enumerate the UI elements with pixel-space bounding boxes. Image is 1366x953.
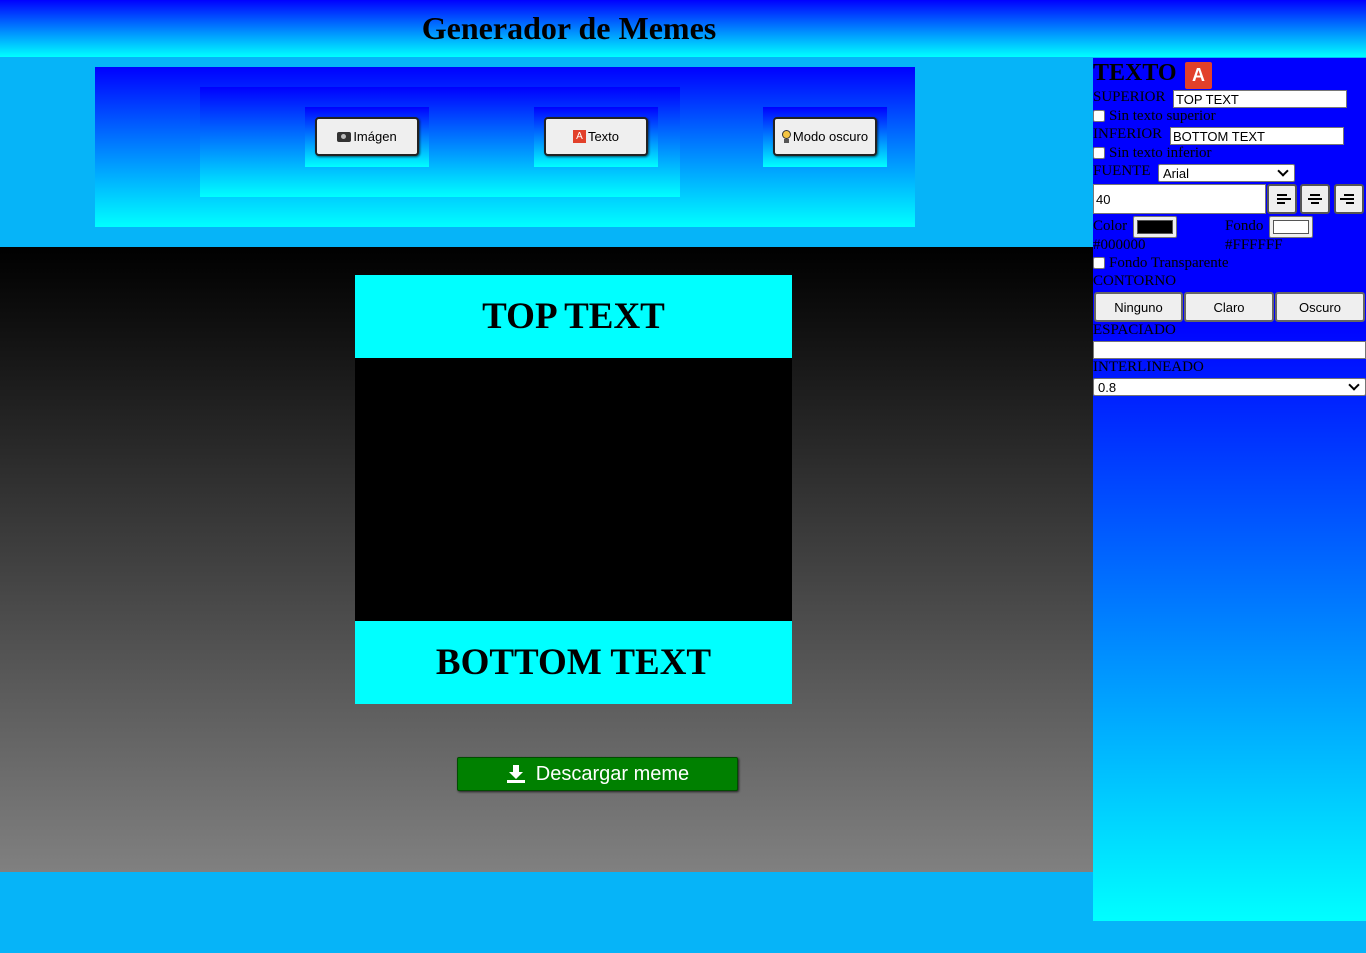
meme-stage: TOP TEXT BOTTOM TEXT Descargar meme xyxy=(0,247,1093,872)
no-top-text-checkbox[interactable] xyxy=(1093,110,1105,122)
meme-canvas: TOP TEXT BOTTOM TEXT xyxy=(355,275,792,704)
page-title: Generador de Memes xyxy=(421,10,717,46)
text-a-icon: A xyxy=(1185,62,1212,89)
text-button[interactable]: A Texto xyxy=(544,117,648,156)
font-label: FUENTE xyxy=(1093,163,1151,179)
dark-mode-button-label: Modo oscuro xyxy=(792,129,869,144)
transparent-bg-label: Fondo Transparente xyxy=(1109,255,1229,271)
text-button-label: Texto xyxy=(587,129,620,144)
outline-light-button[interactable]: Claro xyxy=(1184,292,1274,322)
color-label: Color xyxy=(1093,218,1128,234)
outline-none-button[interactable]: Ninguno xyxy=(1094,292,1183,322)
line-height-label: INTERLINEADO xyxy=(1093,359,1204,375)
bg-color-picker[interactable] xyxy=(1269,216,1313,238)
download-icon xyxy=(506,765,525,783)
download-button[interactable]: Descargar meme xyxy=(457,757,738,791)
align-center-icon xyxy=(1310,194,1320,196)
no-top-text-label: Sin texto superior xyxy=(1109,108,1216,124)
align-right-icon xyxy=(1344,194,1354,196)
inferior-label: INFERIOR xyxy=(1093,126,1163,142)
chevron-down-icon xyxy=(1277,165,1289,177)
image-button[interactable]: Imágen xyxy=(315,117,419,156)
camera-icon xyxy=(337,131,352,142)
align-center-button[interactable] xyxy=(1300,184,1330,214)
font-select[interactable]: Arial xyxy=(1158,164,1295,182)
text-a-icon: A xyxy=(572,130,586,143)
toolbar-inner: Imágen A Texto Modo oscuro xyxy=(200,87,887,197)
bg-color-value: #FFFFFF xyxy=(1225,237,1283,253)
chevron-down-icon xyxy=(1348,379,1360,391)
inferior-text-input[interactable] xyxy=(1170,127,1344,145)
lightbulb-icon xyxy=(781,130,791,143)
dark-mode-button[interactable]: Modo oscuro xyxy=(773,117,877,156)
no-bottom-text-label: Sin texto inferior xyxy=(1109,145,1212,161)
align-right-button[interactable] xyxy=(1334,184,1364,214)
meme-top-text: TOP TEXT xyxy=(355,275,792,358)
text-color-value: #000000 xyxy=(1093,237,1146,253)
meme-bottom-text: BOTTOM TEXT xyxy=(355,621,792,704)
text-panel: TEXTO A SUPERIOR Sin texto superior INFE… xyxy=(1093,58,1366,921)
spacing-label: ESPACIADO xyxy=(1093,322,1176,338)
outline-label: CONTORNO xyxy=(1093,273,1177,289)
toolbar: Imágen A Texto Modo oscuro xyxy=(95,67,915,227)
outline-dark-button[interactable]: Oscuro xyxy=(1275,292,1365,322)
header: Generador de Memes xyxy=(0,0,1366,57)
image-button-label: Imágen xyxy=(353,129,397,144)
spacing-input[interactable] xyxy=(1093,341,1366,359)
download-button-label: Descargar meme xyxy=(535,762,690,785)
no-bottom-text-checkbox[interactable] xyxy=(1093,147,1105,159)
image-button-wrap: Imágen xyxy=(305,107,429,167)
text-button-wrap: A Texto xyxy=(534,107,658,167)
font-select-value: Arial xyxy=(1163,165,1190,181)
transparent-bg-checkbox[interactable] xyxy=(1093,257,1105,269)
superior-text-input[interactable] xyxy=(1173,90,1347,108)
line-height-select-value: 0.8 xyxy=(1098,379,1117,395)
font-size-input[interactable] xyxy=(1093,184,1266,214)
align-left-icon xyxy=(1277,194,1287,196)
superior-label: SUPERIOR xyxy=(1093,89,1166,105)
dark-mode-button-wrap: Modo oscuro xyxy=(763,107,887,167)
line-height-select[interactable]: 0.8 xyxy=(1093,378,1366,396)
align-left-button[interactable] xyxy=(1267,184,1297,214)
text-color-picker[interactable] xyxy=(1133,216,1177,238)
bg-color-label: Fondo xyxy=(1225,218,1264,234)
panel-title: TEXTO xyxy=(1093,60,1177,86)
